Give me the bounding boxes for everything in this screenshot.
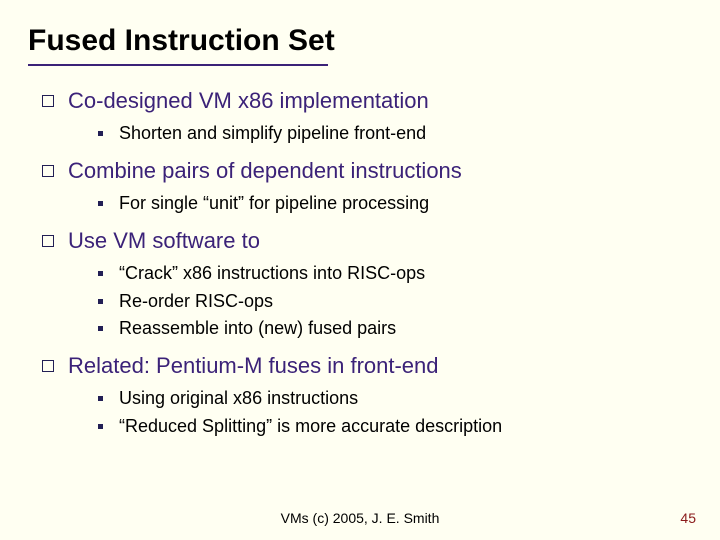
bullet-lvl2: Reassemble into (new) fused pairs bbox=[98, 317, 690, 340]
lvl2-text: Shorten and simplify pipeline front-end bbox=[119, 122, 426, 145]
square-bullet-icon bbox=[42, 360, 54, 372]
dot-bullet-icon bbox=[98, 271, 103, 276]
dot-bullet-icon bbox=[98, 201, 103, 206]
spacer bbox=[42, 220, 690, 228]
page-number: 45 bbox=[680, 510, 696, 526]
bullet-lvl1: Use VM software to bbox=[42, 228, 690, 254]
bullet-lvl2: Shorten and simplify pipeline front-end bbox=[98, 122, 690, 145]
lvl2-text: “Crack” x86 instructions into RISC-ops bbox=[119, 262, 425, 285]
lvl1-text: Co-designed VM x86 implementation bbox=[68, 88, 429, 114]
lvl2-text: “Reduced Splitting” is more accurate des… bbox=[119, 415, 502, 438]
spacer bbox=[42, 150, 690, 158]
bullet-lvl1: Related: Pentium-M fuses in front-end bbox=[42, 353, 690, 379]
lvl1-text: Related: Pentium-M fuses in front-end bbox=[68, 353, 439, 379]
dot-bullet-icon bbox=[98, 424, 103, 429]
slide-content: Co-designed VM x86 implementation Shorte… bbox=[0, 88, 720, 437]
bullet-lvl2: Using original x86 instructions bbox=[98, 387, 690, 410]
slide-title: Fused Instruction Set bbox=[0, 24, 720, 58]
square-bullet-icon bbox=[42, 235, 54, 247]
dot-bullet-icon bbox=[98, 299, 103, 304]
lvl2-text: Using original x86 instructions bbox=[119, 387, 358, 410]
title-underline bbox=[28, 64, 328, 66]
square-bullet-icon bbox=[42, 165, 54, 177]
dot-bullet-icon bbox=[98, 131, 103, 136]
bullet-lvl1: Combine pairs of dependent instructions bbox=[42, 158, 690, 184]
bullet-lvl2: “Reduced Splitting” is more accurate des… bbox=[98, 415, 690, 438]
lvl1-text: Combine pairs of dependent instructions bbox=[68, 158, 462, 184]
bullet-lvl2: Re-order RISC-ops bbox=[98, 290, 690, 313]
bullet-lvl1: Co-designed VM x86 implementation bbox=[42, 88, 690, 114]
bullet-lvl2: “Crack” x86 instructions into RISC-ops bbox=[98, 262, 690, 285]
dot-bullet-icon bbox=[98, 326, 103, 331]
lvl1-text: Use VM software to bbox=[68, 228, 260, 254]
lvl2-text: For single “unit” for pipeline processin… bbox=[119, 192, 429, 215]
square-bullet-icon bbox=[42, 95, 54, 107]
dot-bullet-icon bbox=[98, 396, 103, 401]
slide: Fused Instruction Set Co-designed VM x86… bbox=[0, 0, 720, 540]
lvl2-text: Reassemble into (new) fused pairs bbox=[119, 317, 396, 340]
spacer bbox=[42, 345, 690, 353]
bullet-lvl2: For single “unit” for pipeline processin… bbox=[98, 192, 690, 215]
footer-text: VMs (c) 2005, J. E. Smith bbox=[0, 510, 720, 526]
lvl2-text: Re-order RISC-ops bbox=[119, 290, 273, 313]
